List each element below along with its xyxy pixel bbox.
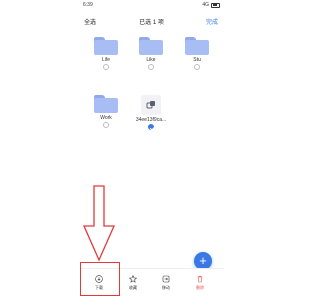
battery-icon (211, 2, 220, 8)
item-name: Like (146, 57, 156, 63)
move-icon (162, 275, 170, 283)
status-time: 6:39 (83, 2, 93, 8)
status-bar: 6:39 4G (80, 0, 223, 10)
item-name: Work (100, 115, 112, 121)
folder-icon (185, 37, 209, 55)
done-button[interactable]: 完成 (206, 17, 218, 26)
folder-icon (139, 37, 163, 55)
select-checkbox[interactable] (103, 64, 109, 70)
folder-item-stu[interactable]: Stu (180, 37, 214, 70)
annotation-arrow-icon (83, 185, 115, 262)
selection-header: 全选 已选 1 项 完成 (80, 14, 223, 26)
tab-favorite[interactable]: 收藏 (119, 274, 147, 291)
tab-label: 移动 (162, 285, 170, 290)
select-checkbox-checked[interactable] (148, 124, 154, 130)
file-thumbnail (141, 95, 161, 115)
item-name: 34ee13f9ca... (135, 117, 167, 123)
file-link-icon (146, 101, 155, 109)
select-checkbox[interactable] (103, 122, 109, 128)
star-icon (128, 274, 138, 283)
signal-indicator: 4G (202, 2, 209, 8)
folder-item-life[interactable]: Life (89, 37, 123, 70)
tab-move[interactable]: 移动 (152, 275, 180, 291)
folder-item-like[interactable]: Like (134, 37, 168, 70)
folder-icon (94, 95, 118, 113)
folder-icon (94, 37, 118, 55)
file-item-selected[interactable]: 34ee13f9ca... (132, 95, 170, 130)
screen: 6:39 4G 全选 已选 1 项 完成 Life Like Stu Work … (0, 0, 300, 300)
selection-title: 已选 1 项 (139, 20, 164, 26)
trash-icon (197, 275, 203, 283)
select-checkbox[interactable] (194, 64, 200, 70)
item-name: Stu (193, 57, 201, 63)
tab-delete[interactable]: 删除 (186, 275, 214, 291)
select-checkbox[interactable] (148, 64, 154, 70)
tab-label: 删除 (196, 285, 204, 290)
annotation-highlight-box (80, 262, 120, 296)
tab-label: 收藏 (129, 285, 137, 290)
item-name: Life (101, 57, 111, 63)
folder-item-work[interactable]: Work (89, 95, 123, 128)
